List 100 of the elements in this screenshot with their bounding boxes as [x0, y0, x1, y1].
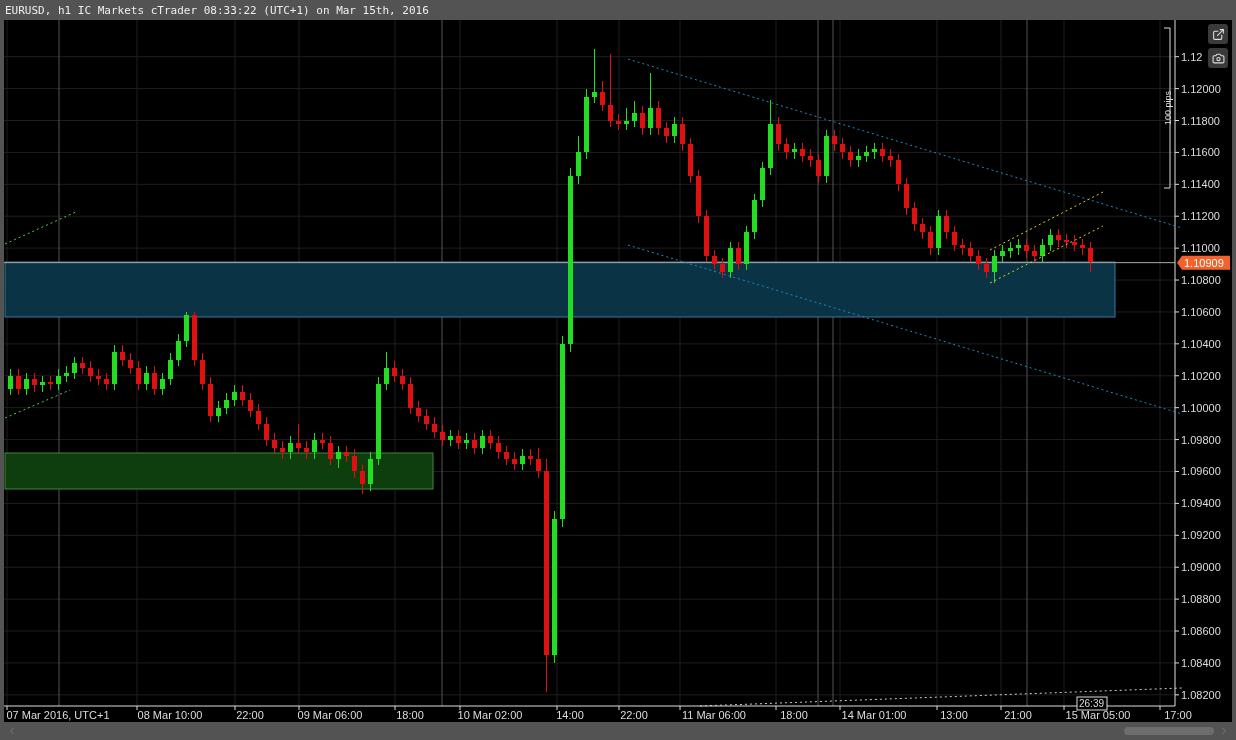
candlestick	[839, 137, 845, 160]
countdown-badge: 26:39	[1076, 696, 1108, 711]
candlestick	[119, 344, 125, 367]
candlestick	[415, 400, 421, 423]
candlestick	[463, 432, 469, 450]
candlestick	[775, 116, 781, 152]
candlestick	[671, 116, 677, 144]
candlestick	[327, 435, 333, 466]
candlestick	[423, 408, 429, 431]
candlestick	[879, 142, 885, 163]
candlestick	[1055, 228, 1061, 248]
candlestick	[495, 435, 501, 460]
price-label: 1.11200	[1181, 210, 1220, 223]
ruler-label: 100 pips	[1163, 91, 1173, 125]
candlestick	[999, 244, 1005, 263]
candlestick	[655, 100, 661, 136]
candlestick	[847, 145, 853, 168]
time-label: 21:00	[1004, 709, 1032, 721]
candlestick	[519, 448, 525, 471]
candlestick	[647, 72, 653, 136]
candlestick	[1071, 234, 1077, 252]
candlestick	[199, 352, 205, 391]
price-label: 1.11000	[1181, 242, 1220, 255]
price-label: 1.11800	[1181, 114, 1220, 127]
price-label: 1.09400	[1181, 497, 1221, 510]
candlestick	[1079, 238, 1085, 256]
price-label: 1.10000	[1181, 401, 1221, 414]
candlestick	[951, 225, 957, 252]
candlestick	[911, 201, 917, 232]
candlestick	[391, 360, 397, 383]
window-title: EURUSD, h1 IC Markets cTrader 08:33:22 (UTC+1) on Mar 15th, 2016	[5, 3, 429, 17]
price-label: 1.09600	[1181, 465, 1221, 478]
candlestick	[103, 372, 109, 391]
candlestick	[639, 105, 645, 136]
time-label: 11 Mar 06:00	[682, 709, 746, 721]
candlestick	[607, 53, 613, 128]
candlestick	[151, 365, 157, 396]
candlestick	[127, 352, 133, 375]
time-label: 17:00	[1164, 709, 1192, 721]
candlestick	[1007, 241, 1013, 259]
candlestick	[39, 375, 45, 393]
candlestick	[623, 107, 629, 131]
candlestick	[47, 375, 53, 391]
time-label: 10 Mar 02:00	[457, 709, 523, 721]
price-label: 1.10200	[1181, 369, 1221, 382]
price-label: 1.09200	[1181, 529, 1221, 542]
candlestick	[407, 376, 413, 415]
candlestick	[831, 129, 837, 152]
time-label: 22:00	[620, 709, 648, 721]
candlestick	[63, 365, 69, 383]
current-price-badge: 1.10909	[1177, 255, 1230, 270]
candlestick	[247, 392, 253, 418]
price-label: 1.12	[1181, 50, 1203, 63]
time-label: 14:00	[556, 709, 584, 721]
candlestick	[175, 333, 181, 367]
candlestick	[439, 424, 445, 447]
price-label: 1.11400	[1181, 178, 1220, 191]
candlestick	[1087, 241, 1093, 273]
candlestick	[927, 225, 933, 256]
candlestick	[991, 249, 997, 284]
candlestick	[159, 372, 165, 396]
time-label: 15 Mar 05:00	[1065, 709, 1131, 721]
candlestick	[631, 100, 637, 128]
candlestick	[903, 177, 909, 216]
price-label: 1.10400	[1181, 337, 1221, 350]
candlestick	[271, 432, 277, 455]
candlestick	[535, 447, 541, 479]
candlestick	[1063, 233, 1069, 249]
price-label: 1.10600	[1181, 305, 1221, 318]
candlestick	[711, 249, 717, 271]
candlestick	[7, 368, 13, 396]
candlestick	[359, 464, 365, 495]
candlestick	[1039, 238, 1045, 263]
candlestick	[503, 445, 509, 466]
external-link-icon[interactable]	[1208, 24, 1228, 44]
candlestick	[431, 416, 437, 439]
candlestick	[735, 241, 741, 271]
candlestick	[167, 352, 173, 386]
candlestick	[919, 217, 925, 240]
candlestick	[351, 448, 357, 479]
candlestick	[815, 153, 821, 184]
candlestick	[727, 241, 733, 279]
candlestick	[511, 451, 517, 471]
candlestick	[967, 241, 973, 263]
candlestick	[863, 145, 869, 163]
candlestick	[479, 429, 485, 455]
candlestick	[135, 360, 141, 391]
scrollbar-thumb[interactable]	[1124, 727, 1214, 735]
candlestick	[943, 209, 949, 240]
price-label: 1.10800	[1181, 274, 1221, 287]
time-label: 07 Mar 2016, UTC+1	[6, 709, 110, 721]
candlestick	[783, 137, 789, 160]
candlestick	[791, 142, 797, 160]
candlestick	[1047, 228, 1053, 252]
price-label: 1.09000	[1181, 561, 1221, 574]
candlestick	[471, 432, 477, 455]
camera-icon[interactable]	[1208, 48, 1228, 68]
candlestick	[319, 432, 325, 450]
candlestick	[23, 372, 29, 396]
candlestick	[455, 429, 461, 450]
